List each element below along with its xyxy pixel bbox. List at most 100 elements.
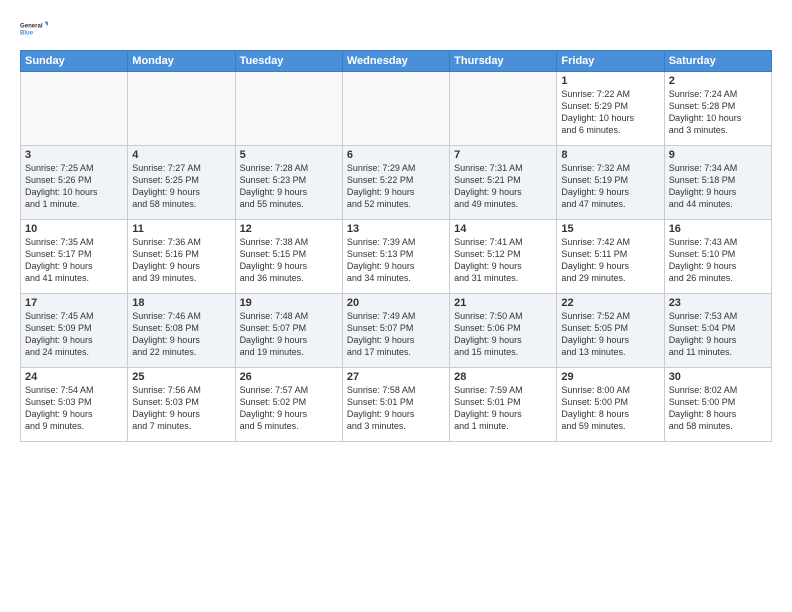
day-number: 30 — [669, 371, 767, 383]
calendar-cell: 22Sunrise: 7:52 AM Sunset: 5:05 PM Dayli… — [557, 294, 664, 368]
day-number: 24 — [25, 371, 123, 383]
calendar-cell: 18Sunrise: 7:46 AM Sunset: 5:08 PM Dayli… — [128, 294, 235, 368]
day-info: Sunrise: 7:32 AM Sunset: 5:19 PM Dayligh… — [561, 162, 659, 211]
day-number: 15 — [561, 223, 659, 235]
calendar-cell: 11Sunrise: 7:36 AM Sunset: 5:16 PM Dayli… — [128, 220, 235, 294]
day-info: Sunrise: 7:36 AM Sunset: 5:16 PM Dayligh… — [132, 236, 230, 285]
day-number: 17 — [25, 297, 123, 309]
day-info: Sunrise: 7:52 AM Sunset: 5:05 PM Dayligh… — [561, 310, 659, 359]
day-number: 4 — [132, 149, 230, 161]
calendar-cell: 28Sunrise: 7:59 AM Sunset: 5:01 PM Dayli… — [450, 368, 557, 442]
day-number: 29 — [561, 371, 659, 383]
calendar-cell — [235, 72, 342, 146]
day-number: 21 — [454, 297, 552, 309]
weekday-header-monday: Monday — [128, 51, 235, 72]
weekday-header-saturday: Saturday — [664, 51, 771, 72]
weekday-header-wednesday: Wednesday — [342, 51, 449, 72]
svg-text:Blue: Blue — [20, 31, 34, 37]
day-info: Sunrise: 7:57 AM Sunset: 5:02 PM Dayligh… — [240, 384, 338, 433]
calendar-cell: 12Sunrise: 7:38 AM Sunset: 5:15 PM Dayli… — [235, 220, 342, 294]
day-number: 13 — [347, 223, 445, 235]
calendar-cell: 10Sunrise: 7:35 AM Sunset: 5:17 PM Dayli… — [21, 220, 128, 294]
calendar-table: SundayMondayTuesdayWednesdayThursdayFrid… — [20, 50, 772, 442]
calendar-cell: 15Sunrise: 7:42 AM Sunset: 5:11 PM Dayli… — [557, 220, 664, 294]
day-info: Sunrise: 7:53 AM Sunset: 5:04 PM Dayligh… — [669, 310, 767, 359]
week-row-3: 10Sunrise: 7:35 AM Sunset: 5:17 PM Dayli… — [21, 220, 772, 294]
calendar-cell: 1Sunrise: 7:22 AM Sunset: 5:29 PM Daylig… — [557, 72, 664, 146]
week-row-5: 24Sunrise: 7:54 AM Sunset: 5:03 PM Dayli… — [21, 368, 772, 442]
calendar-cell: 20Sunrise: 7:49 AM Sunset: 5:07 PM Dayli… — [342, 294, 449, 368]
calendar-cell: 27Sunrise: 7:58 AM Sunset: 5:01 PM Dayli… — [342, 368, 449, 442]
svg-text:General: General — [20, 24, 43, 30]
day-info: Sunrise: 7:38 AM Sunset: 5:15 PM Dayligh… — [240, 236, 338, 285]
day-info: Sunrise: 7:45 AM Sunset: 5:09 PM Dayligh… — [25, 310, 123, 359]
calendar-cell — [342, 72, 449, 146]
day-info: Sunrise: 7:31 AM Sunset: 5:21 PM Dayligh… — [454, 162, 552, 211]
day-number: 2 — [669, 75, 767, 87]
calendar-cell: 13Sunrise: 7:39 AM Sunset: 5:13 PM Dayli… — [342, 220, 449, 294]
calendar-cell: 2Sunrise: 7:24 AM Sunset: 5:28 PM Daylig… — [664, 72, 771, 146]
day-number: 25 — [132, 371, 230, 383]
calendar-cell — [21, 72, 128, 146]
day-number: 22 — [561, 297, 659, 309]
day-info: Sunrise: 7:48 AM Sunset: 5:07 PM Dayligh… — [240, 310, 338, 359]
day-info: Sunrise: 7:41 AM Sunset: 5:12 PM Dayligh… — [454, 236, 552, 285]
calendar-cell: 14Sunrise: 7:41 AM Sunset: 5:12 PM Dayli… — [450, 220, 557, 294]
calendar-cell: 7Sunrise: 7:31 AM Sunset: 5:21 PM Daylig… — [450, 146, 557, 220]
day-info: Sunrise: 7:24 AM Sunset: 5:28 PM Dayligh… — [669, 88, 767, 137]
calendar-cell: 16Sunrise: 7:43 AM Sunset: 5:10 PM Dayli… — [664, 220, 771, 294]
calendar-cell: 9Sunrise: 7:34 AM Sunset: 5:18 PM Daylig… — [664, 146, 771, 220]
week-row-2: 3Sunrise: 7:25 AM Sunset: 5:26 PM Daylig… — [21, 146, 772, 220]
calendar-cell: 17Sunrise: 7:45 AM Sunset: 5:09 PM Dayli… — [21, 294, 128, 368]
day-info: Sunrise: 7:39 AM Sunset: 5:13 PM Dayligh… — [347, 236, 445, 285]
day-info: Sunrise: 7:42 AM Sunset: 5:11 PM Dayligh… — [561, 236, 659, 285]
day-info: Sunrise: 7:43 AM Sunset: 5:10 PM Dayligh… — [669, 236, 767, 285]
day-number: 14 — [454, 223, 552, 235]
weekday-header-thursday: Thursday — [450, 51, 557, 72]
day-info: Sunrise: 7:54 AM Sunset: 5:03 PM Dayligh… — [25, 384, 123, 433]
calendar-cell: 3Sunrise: 7:25 AM Sunset: 5:26 PM Daylig… — [21, 146, 128, 220]
page-container: General Blue SundayMondayTuesdayWednesda… — [0, 0, 792, 612]
day-info: Sunrise: 7:58 AM Sunset: 5:01 PM Dayligh… — [347, 384, 445, 433]
day-number: 23 — [669, 297, 767, 309]
day-info: Sunrise: 7:35 AM Sunset: 5:17 PM Dayligh… — [25, 236, 123, 285]
week-row-1: 1Sunrise: 7:22 AM Sunset: 5:29 PM Daylig… — [21, 72, 772, 146]
day-number: 12 — [240, 223, 338, 235]
day-number: 9 — [669, 149, 767, 161]
calendar-cell: 25Sunrise: 7:56 AM Sunset: 5:03 PM Dayli… — [128, 368, 235, 442]
day-number: 18 — [132, 297, 230, 309]
day-info: Sunrise: 7:49 AM Sunset: 5:07 PM Dayligh… — [347, 310, 445, 359]
day-number: 20 — [347, 297, 445, 309]
day-number: 19 — [240, 297, 338, 309]
day-number: 1 — [561, 75, 659, 87]
day-number: 26 — [240, 371, 338, 383]
day-info: Sunrise: 7:28 AM Sunset: 5:23 PM Dayligh… — [240, 162, 338, 211]
day-info: Sunrise: 7:25 AM Sunset: 5:26 PM Dayligh… — [25, 162, 123, 211]
day-number: 3 — [25, 149, 123, 161]
calendar-cell: 19Sunrise: 7:48 AM Sunset: 5:07 PM Dayli… — [235, 294, 342, 368]
day-info: Sunrise: 7:56 AM Sunset: 5:03 PM Dayligh… — [132, 384, 230, 433]
day-info: Sunrise: 7:59 AM Sunset: 5:01 PM Dayligh… — [454, 384, 552, 433]
week-row-4: 17Sunrise: 7:45 AM Sunset: 5:09 PM Dayli… — [21, 294, 772, 368]
day-number: 11 — [132, 223, 230, 235]
day-info: Sunrise: 7:27 AM Sunset: 5:25 PM Dayligh… — [132, 162, 230, 211]
calendar-cell: 26Sunrise: 7:57 AM Sunset: 5:02 PM Dayli… — [235, 368, 342, 442]
weekday-header-tuesday: Tuesday — [235, 51, 342, 72]
day-number: 5 — [240, 149, 338, 161]
calendar-cell: 8Sunrise: 7:32 AM Sunset: 5:19 PM Daylig… — [557, 146, 664, 220]
day-info: Sunrise: 8:00 AM Sunset: 5:00 PM Dayligh… — [561, 384, 659, 433]
calendar-cell: 21Sunrise: 7:50 AM Sunset: 5:06 PM Dayli… — [450, 294, 557, 368]
logo-icon: General Blue — [20, 16, 48, 44]
day-info: Sunrise: 7:50 AM Sunset: 5:06 PM Dayligh… — [454, 310, 552, 359]
calendar-cell: 24Sunrise: 7:54 AM Sunset: 5:03 PM Dayli… — [21, 368, 128, 442]
calendar-cell: 30Sunrise: 8:02 AM Sunset: 5:00 PM Dayli… — [664, 368, 771, 442]
weekday-header-friday: Friday — [557, 51, 664, 72]
calendar-cell: 29Sunrise: 8:00 AM Sunset: 5:00 PM Dayli… — [557, 368, 664, 442]
day-info: Sunrise: 7:29 AM Sunset: 5:22 PM Dayligh… — [347, 162, 445, 211]
day-number: 27 — [347, 371, 445, 383]
day-number: 8 — [561, 149, 659, 161]
weekday-header-row: SundayMondayTuesdayWednesdayThursdayFrid… — [21, 51, 772, 72]
day-number: 10 — [25, 223, 123, 235]
calendar-cell: 5Sunrise: 7:28 AM Sunset: 5:23 PM Daylig… — [235, 146, 342, 220]
day-number: 28 — [454, 371, 552, 383]
